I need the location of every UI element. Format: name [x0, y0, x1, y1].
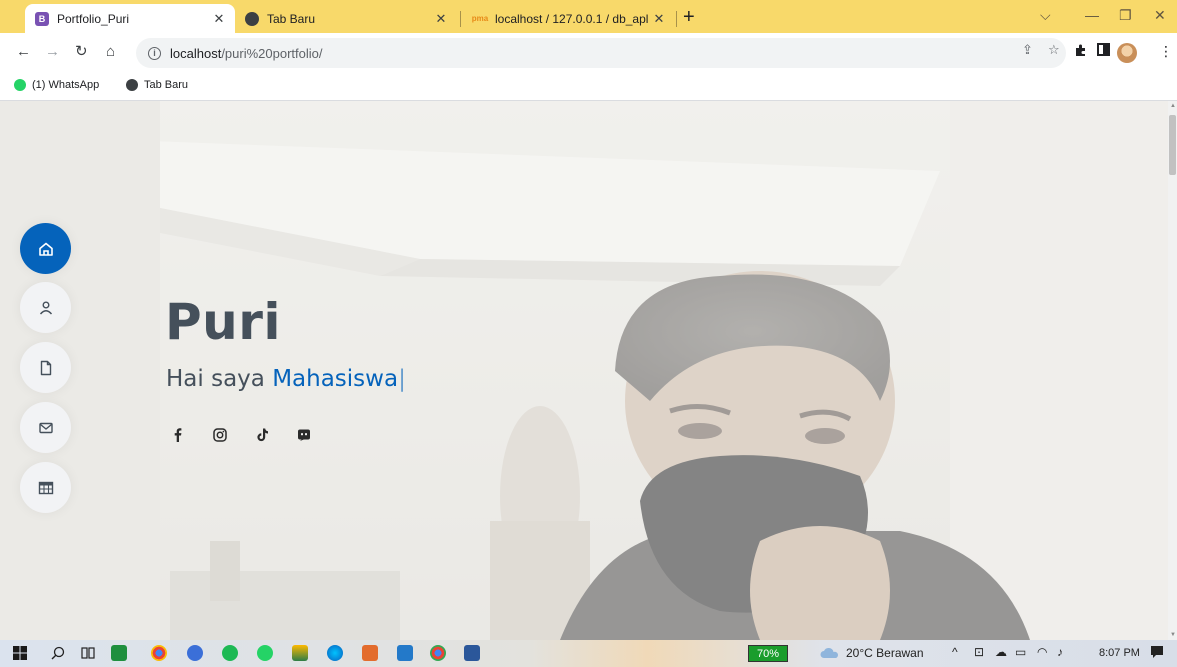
tiktok-icon — [257, 428, 268, 442]
tab-title: Tab Baru — [267, 11, 316, 26]
typed-text: Mahasiswa — [272, 366, 399, 392]
scroll-up-icon[interactable]: ▲ — [1170, 103, 1176, 109]
app-icon[interactable] — [292, 645, 308, 661]
url-host: localhost — [170, 45, 222, 61]
tab-title: Portfolio_Puri — [57, 11, 130, 26]
hero-subtitle: Hai saya Mahasiswa| — [166, 366, 406, 392]
envelope-icon — [38, 422, 53, 433]
menu-kebab-icon[interactable]: ⋮ — [1159, 43, 1173, 60]
search-icon[interactable] — [50, 645, 66, 661]
tab-search-icon[interactable]: ⌵ — [1040, 7, 1051, 24]
notification-icon[interactable] — [1150, 645, 1164, 662]
close-tab-icon[interactable]: ✕ — [209, 11, 229, 27]
share-icon[interactable]: ⇪ — [1022, 42, 1033, 58]
onedrive-icon[interactable]: ☁ — [995, 645, 1007, 659]
new-tab-button[interactable]: + — [683, 7, 695, 27]
whatsapp-icon — [14, 79, 26, 91]
bookmark-label: Tab Baru — [144, 79, 189, 91]
page-scrollbar[interactable]: ▲ ▼ — [1168, 101, 1177, 640]
tab-title: localhost / 127.0.0.1 / db_aplikas — [495, 11, 649, 26]
restore-icon[interactable]: ❐ — [1119, 7, 1132, 24]
tab-separator — [676, 11, 677, 27]
bookmark-label: (1) WhatsApp — [32, 79, 100, 91]
nav-about[interactable] — [20, 282, 71, 333]
discord-link[interactable] — [294, 425, 314, 445]
extensions-icon[interactable] — [1074, 43, 1088, 60]
social-links — [168, 425, 314, 445]
tab-phpmyadmin[interactable]: pma localhost / 127.0.0.1 / db_aplikas ✕ — [463, 4, 675, 33]
minimize-icon[interactable]: — — [1085, 7, 1099, 23]
nav-contact[interactable] — [20, 402, 71, 453]
nav-resume[interactable] — [20, 342, 71, 393]
vscode-icon[interactable] — [397, 645, 413, 661]
phpmyadmin-icon: pma — [471, 14, 489, 23]
bookmarks-bar: (1) WhatsApp Tab Baru — [0, 73, 1177, 101]
weather-text: 20°C Berawan — [846, 646, 924, 660]
weather-widget[interactable]: 20°C Berawan — [820, 646, 924, 660]
home-browser-icon[interactable]: ⌂ — [106, 44, 115, 60]
address-bar[interactable]: i localhost/puri%20portfolio/ — [136, 38, 1066, 68]
chrome-icon[interactable] — [151, 645, 167, 661]
facebook-link[interactable] — [168, 425, 188, 445]
instagram-icon — [213, 428, 227, 442]
person-icon — [39, 301, 52, 314]
reload-icon[interactable]: ↻ — [75, 44, 88, 60]
close-tab-icon[interactable]: ✕ — [431, 11, 451, 27]
profile-avatar[interactable] — [1117, 43, 1137, 63]
windows-taskbar: 70% 20°C Berawan ^ ⊡ ☁ ▭ ◠ ♪ 8:07 PM — [0, 640, 1177, 667]
taskbar-clock[interactable]: 8:07 PM — [1099, 647, 1140, 659]
forward-icon[interactable]: → — [45, 44, 60, 60]
wifi-icon[interactable]: ◠ — [1037, 645, 1047, 659]
bootstrap-icon: B — [35, 11, 49, 26]
app-icon[interactable] — [187, 645, 203, 661]
close-tab-icon[interactable]: ✕ — [649, 11, 669, 27]
whatsapp-icon[interactable] — [257, 645, 273, 661]
chrome-icon[interactable] — [430, 645, 446, 661]
chrome-icon — [245, 11, 259, 26]
tab-separator — [460, 11, 461, 27]
tab-strip: B Portfolio_Puri ✕ Tab Baru ✕ pma localh… — [0, 0, 1177, 33]
info-icon[interactable]: i — [148, 46, 161, 60]
scroll-down-icon[interactable]: ▼ — [1170, 632, 1176, 638]
home-icon — [38, 242, 53, 256]
word-icon[interactable] — [464, 645, 480, 661]
app-icon[interactable] — [362, 645, 378, 661]
volume-icon[interactable]: ♪ — [1057, 645, 1063, 659]
task-view-icon[interactable] — [80, 645, 96, 661]
url-path: /puri%20portfolio/ — [221, 45, 323, 61]
portfolio-page: Puri Hai saya Mahasiswa| — [0, 101, 1168, 640]
bookmark-star-icon[interactable]: ☆ — [1048, 42, 1060, 58]
file-icon — [40, 360, 51, 375]
facebook-icon — [174, 428, 182, 442]
tab-portfolio[interactable]: B Portfolio_Puri ✕ — [25, 4, 235, 33]
close-window-icon[interactable]: ✕ — [1154, 7, 1166, 24]
nav-home[interactable] — [20, 223, 71, 274]
app-icon[interactable] — [111, 645, 127, 661]
scroll-thumb[interactable] — [1169, 115, 1176, 175]
instagram-link[interactable] — [210, 425, 230, 445]
chrome-icon — [126, 79, 138, 91]
nav-table[interactable] — [20, 462, 71, 513]
windows-start-icon[interactable] — [12, 645, 28, 661]
tiktok-link[interactable] — [252, 425, 272, 445]
bookmark-tab-baru[interactable]: Tab Baru — [126, 79, 188, 91]
hero-name: Puri — [165, 293, 282, 351]
bookmark-whatsapp[interactable]: (1) WhatsApp — [14, 79, 99, 91]
cloud-icon — [820, 647, 838, 658]
browser-toolbar: ← → ↻ ⌂ i localhost/puri%20portfolio/ ⇪ … — [0, 33, 1177, 73]
typing-cursor: | — [398, 366, 406, 392]
side-panel-icon[interactable] — [1097, 43, 1110, 59]
discord-icon — [298, 429, 310, 441]
spotify-icon[interactable] — [222, 645, 238, 661]
battery-indicator[interactable]: 70% — [748, 645, 788, 662]
battery-tray-icon[interactable]: ▭ — [1015, 645, 1026, 659]
back-icon[interactable]: ← — [16, 44, 31, 60]
table-icon — [38, 481, 53, 494]
edge-icon[interactable] — [327, 645, 343, 661]
chevron-up-icon[interactable]: ^ — [952, 645, 958, 659]
greeting-text: Hai saya — [166, 366, 273, 392]
tab-new[interactable]: Tab Baru ✕ — [235, 4, 457, 33]
tray-app-icon[interactable]: ⊡ — [974, 645, 984, 659]
